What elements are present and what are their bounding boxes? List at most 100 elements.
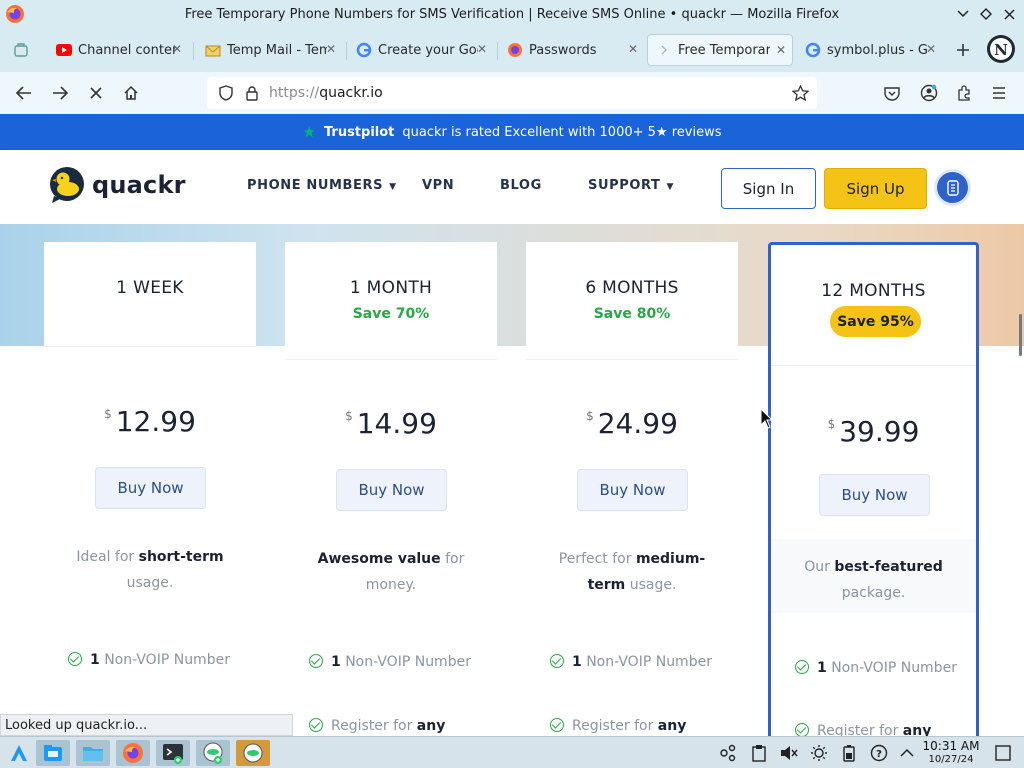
home-icon[interactable] [118, 81, 144, 105]
tab-symbol-plus[interactable]: symbol.plus - Google ✕ [797, 34, 942, 66]
check-circle-icon [550, 654, 564, 668]
plan-price: $14.99 [345, 407, 437, 440]
clipboard-icon[interactable] [749, 743, 769, 763]
account-icon[interactable] [916, 81, 942, 105]
tab-temp-mail[interactable]: Temp Mail - Temporary ✕ [197, 34, 342, 66]
trustpilot-brand: Trustpilot [323, 124, 395, 140]
taskbar-folder-icon[interactable] [76, 740, 110, 766]
check-circle-icon [309, 718, 323, 732]
lock-icon[interactable] [239, 81, 265, 105]
plan-name: 6 MONTHS [585, 278, 679, 298]
pocket-icon[interactable] [879, 81, 905, 105]
minimize-icon[interactable] [954, 5, 972, 23]
taskbar-file-manager-icon[interactable] [36, 740, 70, 766]
bookmark-star-icon[interactable] [787, 81, 813, 105]
tab-label: Passwords [529, 42, 597, 58]
close-tab-icon[interactable]: ✕ [926, 42, 936, 56]
tab-create-google[interactable]: Create your Google ✕ [348, 34, 493, 66]
taskbar-app-icon[interactable] [196, 740, 230, 766]
nav-phone-numbers[interactable]: PHONE NUMBERS ▼ [247, 178, 397, 193]
close-window-icon[interactable] [1000, 5, 1018, 23]
taskbar-terminal-icon[interactable] [156, 740, 190, 766]
plan-features: 1 Non-VOIP Number Register for any [285, 612, 497, 736]
back-icon[interactable] [11, 81, 37, 105]
duck-icon [50, 167, 84, 203]
feature-item: 1 Non-VOIP Number [68, 648, 238, 672]
feature-item: 1 Non-VOIP Number [309, 650, 479, 674]
extensions-icon[interactable] [951, 81, 977, 105]
trustpilot-text: quackr is rated Excellent with 1000+ 5★ … [402, 124, 722, 140]
plan-name: 12 MONTHS [821, 281, 926, 301]
close-tab-icon[interactable]: ✕ [776, 43, 786, 57]
stop-loading-icon[interactable] [83, 81, 109, 105]
taskbar-firefox-icon[interactable] [116, 740, 150, 766]
close-tab-icon[interactable]: ✕ [628, 42, 638, 56]
clock[interactable]: 10:31 AM 10/27/24 [920, 740, 982, 766]
feature-item: 1 Non-VOIP Number [795, 656, 965, 680]
tab-groups-icon[interactable] [8, 38, 34, 62]
trustpilot-banner[interactable]: ★ Trustpilot quackr is rated Excellent w… [0, 114, 1024, 150]
tab-free-temporary-active[interactable]: Free Temporary Phone ✕ [647, 34, 793, 66]
url-text[interactable]: https://quackr.io [269, 85, 383, 101]
buy-now-button[interactable]: Buy Now [577, 469, 688, 511]
page-scrollbar-thumb[interactable] [1019, 314, 1022, 356]
save-label: Save 80% [593, 306, 671, 322]
check-circle-icon [795, 723, 809, 736]
buy-now-button[interactable]: Buy Now [95, 467, 206, 509]
navigation-toolbar: https://quackr.io [0, 72, 1024, 114]
brightness-icon[interactable] [809, 743, 829, 763]
firefox-logo-icon [6, 5, 24, 23]
tab-passwords[interactable]: Passwords ✕ [499, 34, 644, 66]
logo-text: quackr [92, 171, 186, 199]
show-desktop-icon[interactable] [993, 743, 1013, 763]
tab-label: Temp Mail - Temporary [227, 42, 327, 58]
save-label: Save 70% [352, 306, 430, 322]
tray-expand-icon[interactable] [897, 743, 917, 763]
help-icon[interactable]: ? [869, 743, 889, 763]
feature-item: Register for any [795, 719, 970, 736]
plan-price: $39.99 [827, 415, 920, 448]
close-tab-icon[interactable]: ✕ [172, 42, 182, 56]
close-tab-icon[interactable]: ✕ [326, 42, 336, 56]
network-share-icon[interactable] [718, 743, 738, 763]
tab-label: Free Temporary Phone [678, 42, 770, 58]
shield-icon[interactable] [213, 81, 239, 105]
feature-item: Register for any [550, 714, 725, 736]
address-bar[interactable]: https://quackr.io [207, 77, 817, 109]
account-avatar-icon[interactable]: N [986, 34, 1016, 64]
new-tab-icon[interactable] [950, 38, 976, 62]
menu-icon[interactable] [986, 81, 1012, 105]
nav-blog[interactable]: BLOG [500, 178, 542, 193]
app-launcher-icon[interactable] [2, 740, 36, 766]
sign-in-button[interactable]: Sign In [721, 168, 816, 209]
mouse-cursor-icon [760, 408, 774, 429]
plan-description: Our best-featured package. [804, 559, 943, 601]
volume-muted-icon[interactable] [779, 743, 799, 763]
buy-now-button[interactable]: Buy Now [336, 469, 447, 511]
tab-channel-content[interactable]: Channel content ✕ [48, 34, 188, 66]
tempmail-icon [205, 42, 221, 58]
close-tab-icon[interactable]: ✕ [477, 42, 487, 56]
chevron-down-icon: ▼ [666, 182, 675, 192]
clock-time: 10:31 AM [922, 739, 980, 753]
sign-up-button[interactable]: Sign Up [824, 168, 927, 209]
svg-text:?: ? [876, 749, 882, 760]
quackr-icon [656, 42, 672, 58]
window-titlebar: Free Temporary Phone Numbers for SMS Ver… [0, 0, 1024, 28]
battery-icon[interactable] [839, 743, 859, 763]
nav-support[interactable]: SUPPORT ▼ [588, 178, 674, 193]
quackr-logo[interactable]: quackr [48, 166, 186, 204]
taskbar-app-icon-2[interactable] [236, 740, 270, 766]
maximize-icon[interactable] [977, 5, 995, 23]
tab-label: Create your Google [378, 42, 478, 58]
mobile-app-icon[interactable] [937, 172, 968, 203]
plan-price: $24.99 [586, 407, 678, 440]
plan-description: Ideal for short-term usage. [76, 549, 224, 591]
tab-label: Channel content [78, 42, 176, 58]
taskbar: ? 10:31 AM 10/27/24 [0, 736, 1024, 768]
buy-now-button[interactable]: Buy Now [819, 474, 930, 516]
feature-item: Register for any [309, 714, 484, 736]
nav-vpn[interactable]: VPN [422, 178, 454, 193]
forward-icon[interactable] [47, 81, 73, 105]
status-panel: Looked up quackr.io... [0, 714, 293, 736]
